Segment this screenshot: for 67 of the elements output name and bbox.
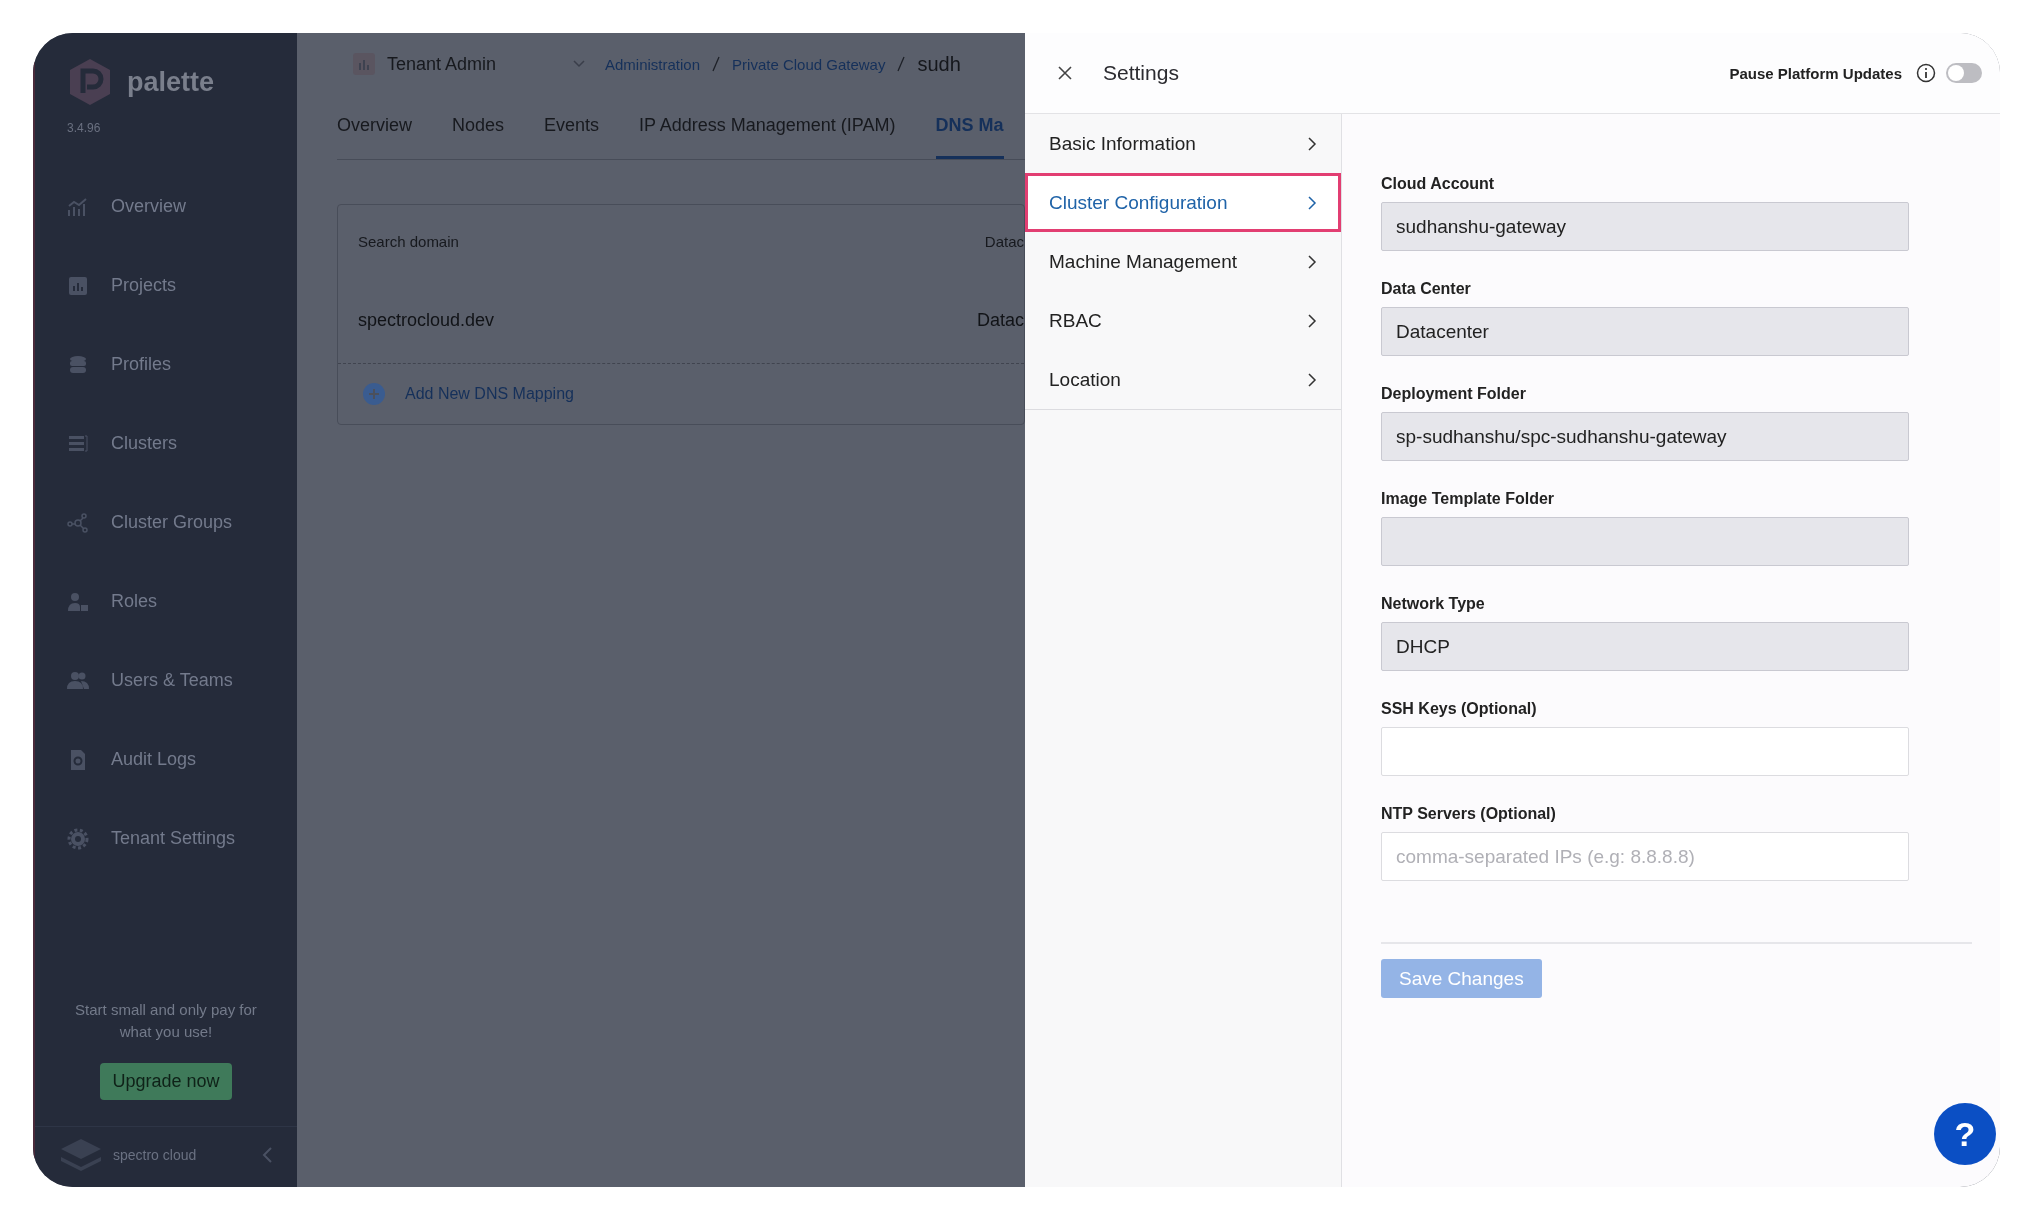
field-label: Image Template Folder [1381,491,1556,507]
sidebar-item[interactable]: Tenant Settings [35,799,297,878]
gear-icon [67,827,89,850]
tab[interactable]: Nodes [452,95,505,159]
settings-nav-item[interactable]: Basic Information [1025,114,1341,173]
tab[interactable]: Overview [337,95,412,159]
sidebar-item[interactable]: Users & Teams [35,641,297,720]
table-cell: Datac [976,309,1024,331]
chevron-right-icon [1307,371,1317,388]
breadcrumb-link[interactable]: Private Cloud Gateway [732,55,886,73]
breadcrumb-link[interactable]: Administration [605,55,701,73]
settings-nav-item[interactable]: Machine Management [1025,232,1341,291]
users-icon [67,669,89,692]
breadcrumb-separator-icon [712,56,721,72]
breadcrumb-current: sudh [917,52,961,76]
user-lock-icon [67,590,89,613]
field-label: NTP Servers (Optional) [1381,806,1557,822]
settings-nav-item[interactable]: Location [1025,350,1341,409]
sidebar-item[interactable]: Clusters [35,404,297,483]
field-label: Data Center [1381,281,1472,297]
chart-icon [67,195,89,218]
caret-icon [573,60,585,68]
brand-text: spectro cloud [113,1147,197,1163]
upgrade-button[interactable]: Upgrade now [100,1063,232,1100]
promo-text: Start small and only pay for what you use! [74,1000,258,1042]
chevron-right-icon [1307,312,1317,329]
scope-selector[interactable]: Tenant Admin [337,53,605,75]
chevron-left-icon[interactable] [261,1146,273,1164]
chevron-right-icon [1307,253,1317,270]
drawer-title: Settings [1103,61,1179,85]
database-icon [67,353,89,376]
settings-nav-item[interactable]: Cluster Configuration [1025,173,1341,232]
pause-updates-label: Pause Platform Updates [1729,64,1902,82]
nodes-icon [67,511,89,534]
plus-circle-icon [363,383,385,405]
help-button[interactable]: ? [1934,1103,1996,1165]
sidebar-item[interactable]: Audit Logs [35,720,297,799]
sidebar-item[interactable]: Roles [35,562,297,641]
add-mapping-link[interactable]: Add New DNS Mapping [338,364,1024,424]
column-header: Datac [984,232,1024,250]
list-icon [67,432,89,455]
sidebar-item[interactable]: Cluster Groups [35,483,297,562]
input-field[interactable]: comma-separated IPs (e.g: 8.8.8.8) [1381,832,1909,881]
table-cell: spectrocloud.dev [358,309,495,331]
input-field[interactable] [1381,727,1909,776]
info-icon[interactable] [1916,63,1936,83]
field-label: Network Type [1381,596,1486,612]
logo-text: palette [127,66,215,98]
field-label: Cloud Account [1381,176,1496,192]
bar-chart-icon [353,53,375,75]
sidebar-item[interactable]: Projects [35,246,297,325]
toggle-switch[interactable] [1946,63,1982,83]
sidebar-item[interactable]: Overview [35,167,297,246]
field-label: Deployment Folder [1381,386,1527,402]
tab[interactable]: IP Address Management (IPAM) [639,95,896,159]
settings-nav-item[interactable]: RBAC [1025,291,1341,350]
stacked-layers-icon [59,1137,103,1173]
chevron-right-icon [1307,194,1317,211]
tab[interactable]: DNS Ma [935,95,1004,159]
chevron-right-icon [1307,135,1317,152]
field-label: SSH Keys (Optional) [1381,701,1538,717]
sidebar-item[interactable]: Profiles [35,325,297,404]
version-label: 3.4.96 [66,120,102,135]
tab[interactable]: Events [544,95,600,159]
bar-chart-icon [67,274,89,297]
column-header: Search domain [358,232,459,250]
breadcrumb-separator-icon [897,56,906,72]
